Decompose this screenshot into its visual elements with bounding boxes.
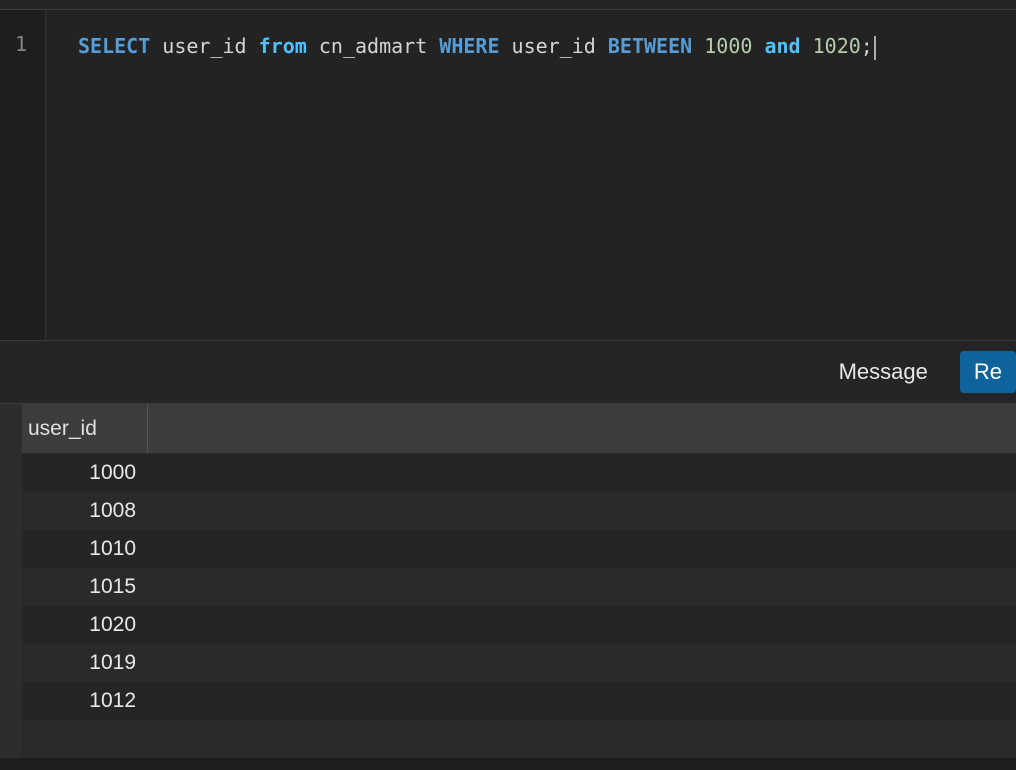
cell-user-id[interactable]: 1012 — [22, 689, 148, 713]
cell-user-id[interactable]: 1008 — [22, 499, 148, 523]
results-body: 1000 1008 1010 1015 1020 1019 1012 — [0, 454, 1016, 758]
text-cursor — [874, 36, 876, 60]
table-row[interactable]: 1015 — [0, 568, 1016, 606]
row-indicator — [0, 606, 22, 644]
row-indicator-header — [0, 404, 22, 453]
row-indicator — [0, 568, 22, 606]
row-indicator — [0, 644, 22, 682]
semicolon: ; — [861, 34, 873, 58]
number-literal-1: 1000 — [704, 34, 752, 58]
column-name: user_id — [162, 34, 246, 58]
keyword-where: WHERE — [439, 34, 499, 58]
cell-user-id[interactable]: 1020 — [22, 613, 148, 637]
cell-user-id[interactable]: 1010 — [22, 537, 148, 561]
line-number: 1 — [0, 32, 27, 56]
row-indicator — [0, 492, 22, 530]
table-row[interactable]: 1019 — [0, 644, 1016, 682]
results-tabs: Message Re — [0, 340, 1016, 404]
table-row[interactable] — [0, 720, 1016, 758]
sql-editor: 1 SELECT user_id from cn_admart WHERE us… — [0, 10, 1016, 340]
tab-result[interactable]: Re — [960, 351, 1016, 393]
cell-user-id[interactable]: 1019 — [22, 651, 148, 675]
table-row[interactable]: 1008 — [0, 492, 1016, 530]
cell-user-id[interactable]: 1000 — [22, 461, 148, 485]
tab-message[interactable]: Message — [825, 351, 942, 393]
column-name-2: user_id — [512, 34, 596, 58]
table-row[interactable]: 1012 — [0, 682, 1016, 720]
line-number-gutter: 1 — [0, 10, 46, 340]
keyword-select: SELECT — [78, 34, 150, 58]
row-indicator — [0, 530, 22, 568]
keyword-from: from — [259, 34, 307, 58]
results-header-row: user_id — [0, 404, 1016, 454]
table-row[interactable]: 1020 — [0, 606, 1016, 644]
table-row[interactable]: 1010 — [0, 530, 1016, 568]
code-content[interactable]: SELECT user_id from cn_admart WHERE user… — [46, 10, 1016, 340]
results-panel: user_id 1000 1008 1010 1015 1020 1019 — [0, 404, 1016, 758]
table-name: cn_admart — [319, 34, 427, 58]
top-toolbar — [0, 0, 1016, 10]
row-indicator — [0, 682, 22, 720]
keyword-and: and — [764, 34, 800, 58]
sql-line-1: SELECT user_id from cn_admart WHERE user… — [78, 32, 1016, 60]
column-header-user-id[interactable]: user_id — [22, 404, 148, 453]
number-literal-2: 1020 — [813, 34, 861, 58]
table-row[interactable]: 1000 — [0, 454, 1016, 492]
keyword-between: BETWEEN — [608, 34, 692, 58]
cell-user-id[interactable]: 1015 — [22, 575, 148, 599]
row-indicator — [0, 454, 22, 492]
row-indicator — [0, 720, 22, 758]
